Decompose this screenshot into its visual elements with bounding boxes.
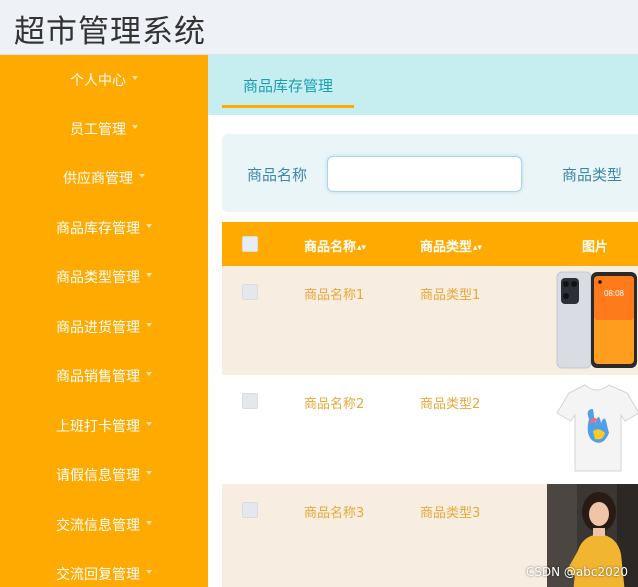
sidebar-item-employees[interactable]: 员工管理 <box>0 104 208 153</box>
sort-icon[interactable]: ▴▾ <box>473 243 482 253</box>
sidebar-item-clock-in[interactable]: 上班打卡管理 <box>0 401 208 450</box>
table-row[interactable]: 商品名称2 商品类型2 <box>222 375 638 484</box>
tshirt-photo <box>547 375 638 484</box>
app-title: 超市管理系统 <box>14 14 206 50</box>
sidebar-item-personal-center[interactable]: 个人中心 <box>0 55 208 104</box>
phone-photo: 08:08 <box>547 266 638 375</box>
sidebar-item-messages[interactable]: 交流信息管理 <box>0 500 208 549</box>
caret-down-icon <box>146 421 152 426</box>
sidebar-item-label: 交流信息管理 <box>56 517 140 534</box>
product-name-cell: 商品名称3 <box>304 506 365 521</box>
product-type-cell: 商品类型1 <box>420 288 481 303</box>
caret-down-icon <box>146 520 152 525</box>
sidebar: 个人中心 员工管理 供应商管理 商品库存管理 商品类型管理 商品进货管理 商品销… <box>0 55 208 587</box>
tab-bar: 商品库存管理 <box>208 55 638 115</box>
product-type-cell: 商品类型3 <box>420 506 481 521</box>
tab-inventory-management[interactable]: 商品库存管理 <box>222 72 354 108</box>
sidebar-item-label: 商品库存管理 <box>56 220 140 237</box>
caret-down-icon <box>132 75 138 80</box>
row-checkbox[interactable] <box>242 502 258 518</box>
caret-down-icon <box>132 124 138 129</box>
app-header: 超市管理系统 <box>0 0 638 55</box>
sidebar-item-label: 交流回复管理 <box>56 566 140 583</box>
sidebar-item-inventory[interactable]: 商品库存管理 <box>0 203 208 252</box>
sidebar-item-replies[interactable]: 交流回复管理 <box>0 549 208 587</box>
column-header-label: 商品名称 <box>304 240 357 255</box>
svg-text:08:08: 08:08 <box>604 289 625 298</box>
sidebar-item-purchasing[interactable]: 商品进货管理 <box>0 302 208 351</box>
caret-down-icon <box>146 470 152 475</box>
sidebar-item-label: 供应商管理 <box>63 170 133 187</box>
sidebar-item-label: 个人中心 <box>70 72 126 89</box>
sort-icon[interactable]: ▴▾ <box>357 243 366 253</box>
caret-down-icon <box>146 569 152 574</box>
sidebar-item-leave[interactable]: 请假信息管理 <box>0 450 208 499</box>
product-type-cell: 商品类型2 <box>420 397 481 412</box>
caret-down-icon <box>146 322 152 327</box>
caret-down-icon <box>146 223 152 228</box>
sidebar-item-product-types[interactable]: 商品类型管理 <box>0 252 208 301</box>
sidebar-item-label: 员工管理 <box>70 121 126 138</box>
sidebar-item-label: 商品进货管理 <box>56 319 140 336</box>
column-header-image: 图片 <box>582 240 609 255</box>
table-row[interactable]: 商品名称1 商品类型1 08:08 <box>222 266 638 375</box>
sidebar-item-label: 上班打卡管理 <box>56 418 140 435</box>
product-name-input[interactable] <box>327 156 522 192</box>
select-all-checkbox[interactable] <box>242 236 258 252</box>
sidebar-item-label: 商品销售管理 <box>56 368 140 385</box>
product-name-label: 商品名称 <box>247 166 308 184</box>
caret-down-icon <box>146 272 152 277</box>
row-checkbox[interactable] <box>242 284 258 300</box>
caret-down-icon <box>146 371 152 376</box>
table-header: 商品名称▴▾ 商品类型▴▾ 图片 <box>222 222 638 266</box>
sidebar-item-label: 商品类型管理 <box>56 269 140 286</box>
caret-down-icon <box>139 173 145 178</box>
product-name-cell: 商品名称1 <box>304 288 365 303</box>
product-type-label: 商品类型 <box>562 166 623 184</box>
sidebar-item-suppliers[interactable]: 供应商管理 <box>0 153 208 202</box>
watermark: CSDN @abc2020 <box>525 565 628 579</box>
column-header-label: 商品类型 <box>420 240 473 255</box>
product-name-cell: 商品名称2 <box>304 397 365 412</box>
column-header-type[interactable]: 商品类型▴▾ <box>420 236 482 255</box>
sidebar-item-label: 请假信息管理 <box>56 467 140 484</box>
sidebar-item-sales[interactable]: 商品销售管理 <box>0 351 208 400</box>
column-header-name[interactable]: 商品名称▴▾ <box>304 236 366 255</box>
row-checkbox[interactable] <box>242 393 258 409</box>
search-panel: 商品名称 商品类型 <box>222 134 638 212</box>
